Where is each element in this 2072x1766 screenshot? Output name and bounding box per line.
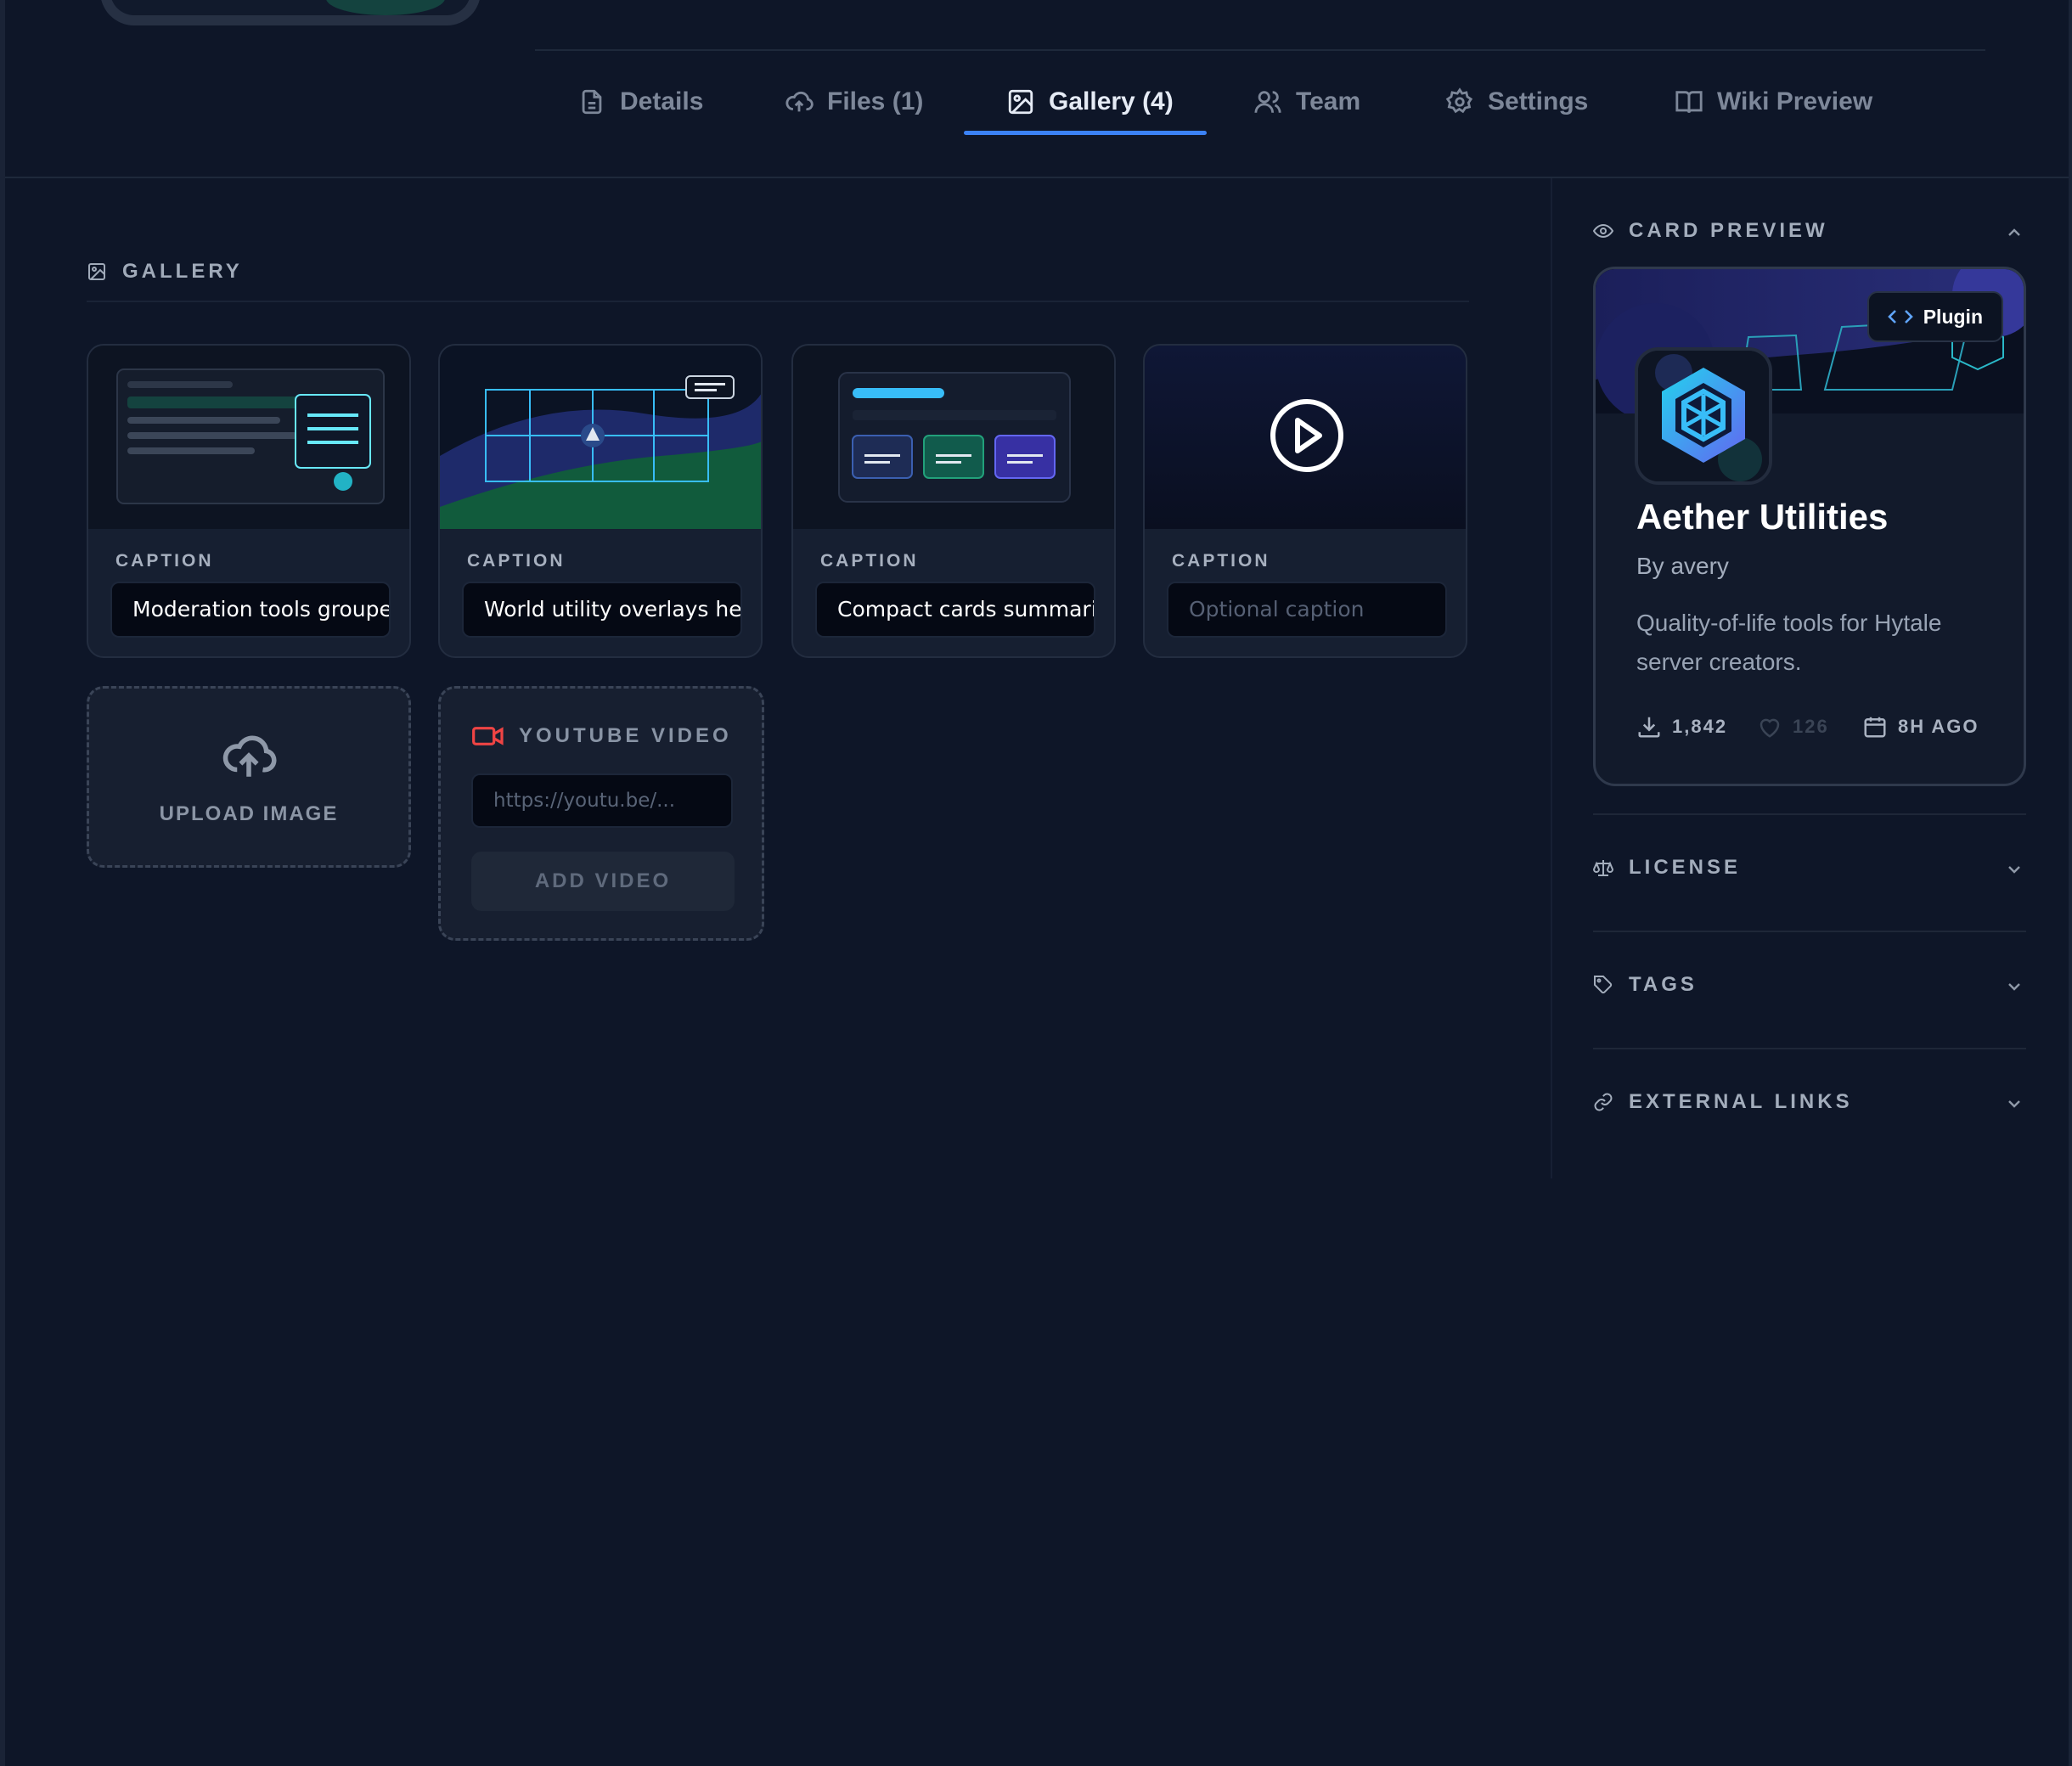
- caption-label: CAPTION: [820, 551, 919, 571]
- gallery-item[interactable]: CAPTION World utility overlays hel|: [438, 344, 763, 658]
- users-icon: [1254, 91, 1281, 113]
- tags-heading-text: TAGS: [1629, 973, 1698, 996]
- tab-bar: Details Files (1) Gallery (4) Team Setti…: [535, 51, 1985, 136]
- window-edge-right: [2069, 0, 2072, 1766]
- project-icon: [1635, 347, 1772, 485]
- tab-details[interactable]: Details: [577, 76, 703, 127]
- likes-count: 126: [1793, 716, 1829, 737]
- tab-gallery[interactable]: Gallery (4): [1006, 76, 1174, 127]
- caption-input[interactable]: Compact cards summari:: [815, 582, 1095, 638]
- cloud-upload-icon: [222, 735, 277, 777]
- gallery-item[interactable]: CAPTION Moderation tools groupe: [87, 344, 411, 658]
- section-title-text: GALLERY: [122, 260, 243, 283]
- gallery-section-title: GALLERY: [87, 260, 243, 284]
- plugin-badge: Plugin: [1866, 291, 2003, 342]
- video-thumbnail[interactable]: [1145, 346, 1466, 529]
- sidebar-divider-license: [1593, 813, 2026, 815]
- updated-time: 8H AGO: [1898, 716, 1979, 737]
- add-video-button[interactable]: ADD VIDEO: [471, 852, 735, 911]
- gallery-thumbnail[interactable]: [793, 346, 1114, 529]
- project-title: Aether Utilities: [1636, 497, 1889, 537]
- active-tab-indicator: [964, 131, 1207, 135]
- tab-wiki-preview[interactable]: Wiki Preview: [1675, 76, 1872, 127]
- downloads-stat: 1,842: [1636, 714, 1727, 740]
- tab-label: Settings: [1488, 87, 1589, 115]
- license-heading-text: LICENSE: [1629, 856, 1742, 879]
- tab-files[interactable]: Files (1): [785, 76, 923, 127]
- project-description: Quality-of-life tools for Hytale server …: [1636, 610, 1942, 675]
- tab-team[interactable]: Team: [1253, 76, 1360, 127]
- caption-label: CAPTION: [115, 551, 214, 571]
- caption-input[interactable]: Moderation tools groupe: [110, 582, 391, 638]
- calendar-icon: [1864, 717, 1886, 738]
- file-icon: [582, 89, 602, 115]
- scale-icon: [1593, 860, 1613, 876]
- upload-image-dropzone[interactable]: UPLOAD IMAGE: [87, 686, 411, 868]
- tab-label: Files (1): [827, 87, 924, 115]
- tab-settings[interactable]: Settings: [1445, 76, 1588, 127]
- code-icon: [1887, 310, 1913, 323]
- likes-stat: 126: [1757, 714, 1829, 740]
- chevron-down-icon[interactable]: [2004, 976, 2024, 997]
- external-links-heading[interactable]: EXTERNAL LINKS: [1593, 1090, 1853, 1114]
- caption-input[interactable]: Optional caption: [1167, 582, 1447, 638]
- header-divider: [5, 177, 2069, 178]
- gallery-item[interactable]: CAPTION Compact cards summari:: [791, 344, 1116, 658]
- download-icon: [1638, 717, 1660, 738]
- image-icon: [88, 263, 105, 280]
- youtube-title: YOUTUBE VIDEO: [471, 723, 732, 750]
- caption-label: CAPTION: [1172, 551, 1270, 571]
- gallery-item[interactable]: CAPTION Optional caption: [1143, 344, 1467, 658]
- youtube-video-panel: YOUTUBE VIDEO https://youtu.be/... ADD V…: [438, 686, 764, 941]
- book-icon: [1675, 91, 1703, 114]
- card-preview-heading-text: CARD PREVIEW: [1629, 219, 1828, 242]
- gear-icon: [1445, 87, 1473, 114]
- upload-image-label: UPLOAD IMAGE: [159, 802, 339, 825]
- plugin-badge-label: Plugin: [1923, 305, 1983, 328]
- updated-stat: 8H AGO: [1862, 714, 1979, 740]
- gallery-section-divider: [87, 301, 1469, 302]
- external-links-heading-text: EXTERNAL LINKS: [1629, 1090, 1853, 1113]
- sidebar-divider: [1551, 178, 1552, 1178]
- link-icon: [1594, 1093, 1613, 1111]
- eye-icon: [1593, 223, 1613, 239]
- chevron-down-icon[interactable]: [2004, 859, 2024, 880]
- chevron-up-icon[interactable]: [2004, 222, 2024, 243]
- license-heading[interactable]: LICENSE: [1593, 856, 1741, 880]
- youtube-title-text: YOUTUBE VIDEO: [519, 724, 732, 747]
- tab-label: Details: [620, 87, 704, 115]
- app-root: Details Files (1) Gallery (4) Team Setti…: [0, 0, 2072, 1766]
- youtube-url-input[interactable]: https://youtu.be/...: [471, 773, 733, 828]
- chevron-down-icon[interactable]: [2004, 1094, 2024, 1114]
- sidebar-divider-links: [1593, 1048, 2026, 1049]
- card-preview: Plugin Aether Utilities By avery Quality…: [1593, 267, 2026, 786]
- tab-label: Wiki Preview: [1717, 87, 1873, 115]
- card-preview-heading[interactable]: CARD PREVIEW: [1593, 219, 1828, 243]
- gallery-thumbnail[interactable]: [88, 346, 409, 529]
- image-icon: [1008, 89, 1033, 115]
- tags-heading[interactable]: TAGS: [1593, 973, 1698, 997]
- tab-label: Team: [1296, 87, 1361, 115]
- tab-label: Gallery (4): [1049, 87, 1174, 115]
- heart-icon: [1760, 718, 1780, 738]
- project-stats: 1,842 126 8H AGO: [1636, 714, 2010, 748]
- downloads-count: 1,842: [1672, 716, 1728, 737]
- gallery-thumbnail[interactable]: [440, 346, 761, 529]
- caption-label: CAPTION: [467, 551, 566, 571]
- project-author: By avery: [1636, 553, 1729, 579]
- cloud-upload-icon: [785, 91, 814, 112]
- caption-input[interactable]: World utility overlays hel|: [462, 582, 742, 638]
- sidebar-divider-tags: [1593, 931, 2026, 932]
- project-banner-thumbnail: [100, 0, 481, 25]
- tag-icon: [1594, 976, 1613, 994]
- video-camera-icon: [472, 727, 504, 745]
- window-edge-left: [0, 0, 5, 1766]
